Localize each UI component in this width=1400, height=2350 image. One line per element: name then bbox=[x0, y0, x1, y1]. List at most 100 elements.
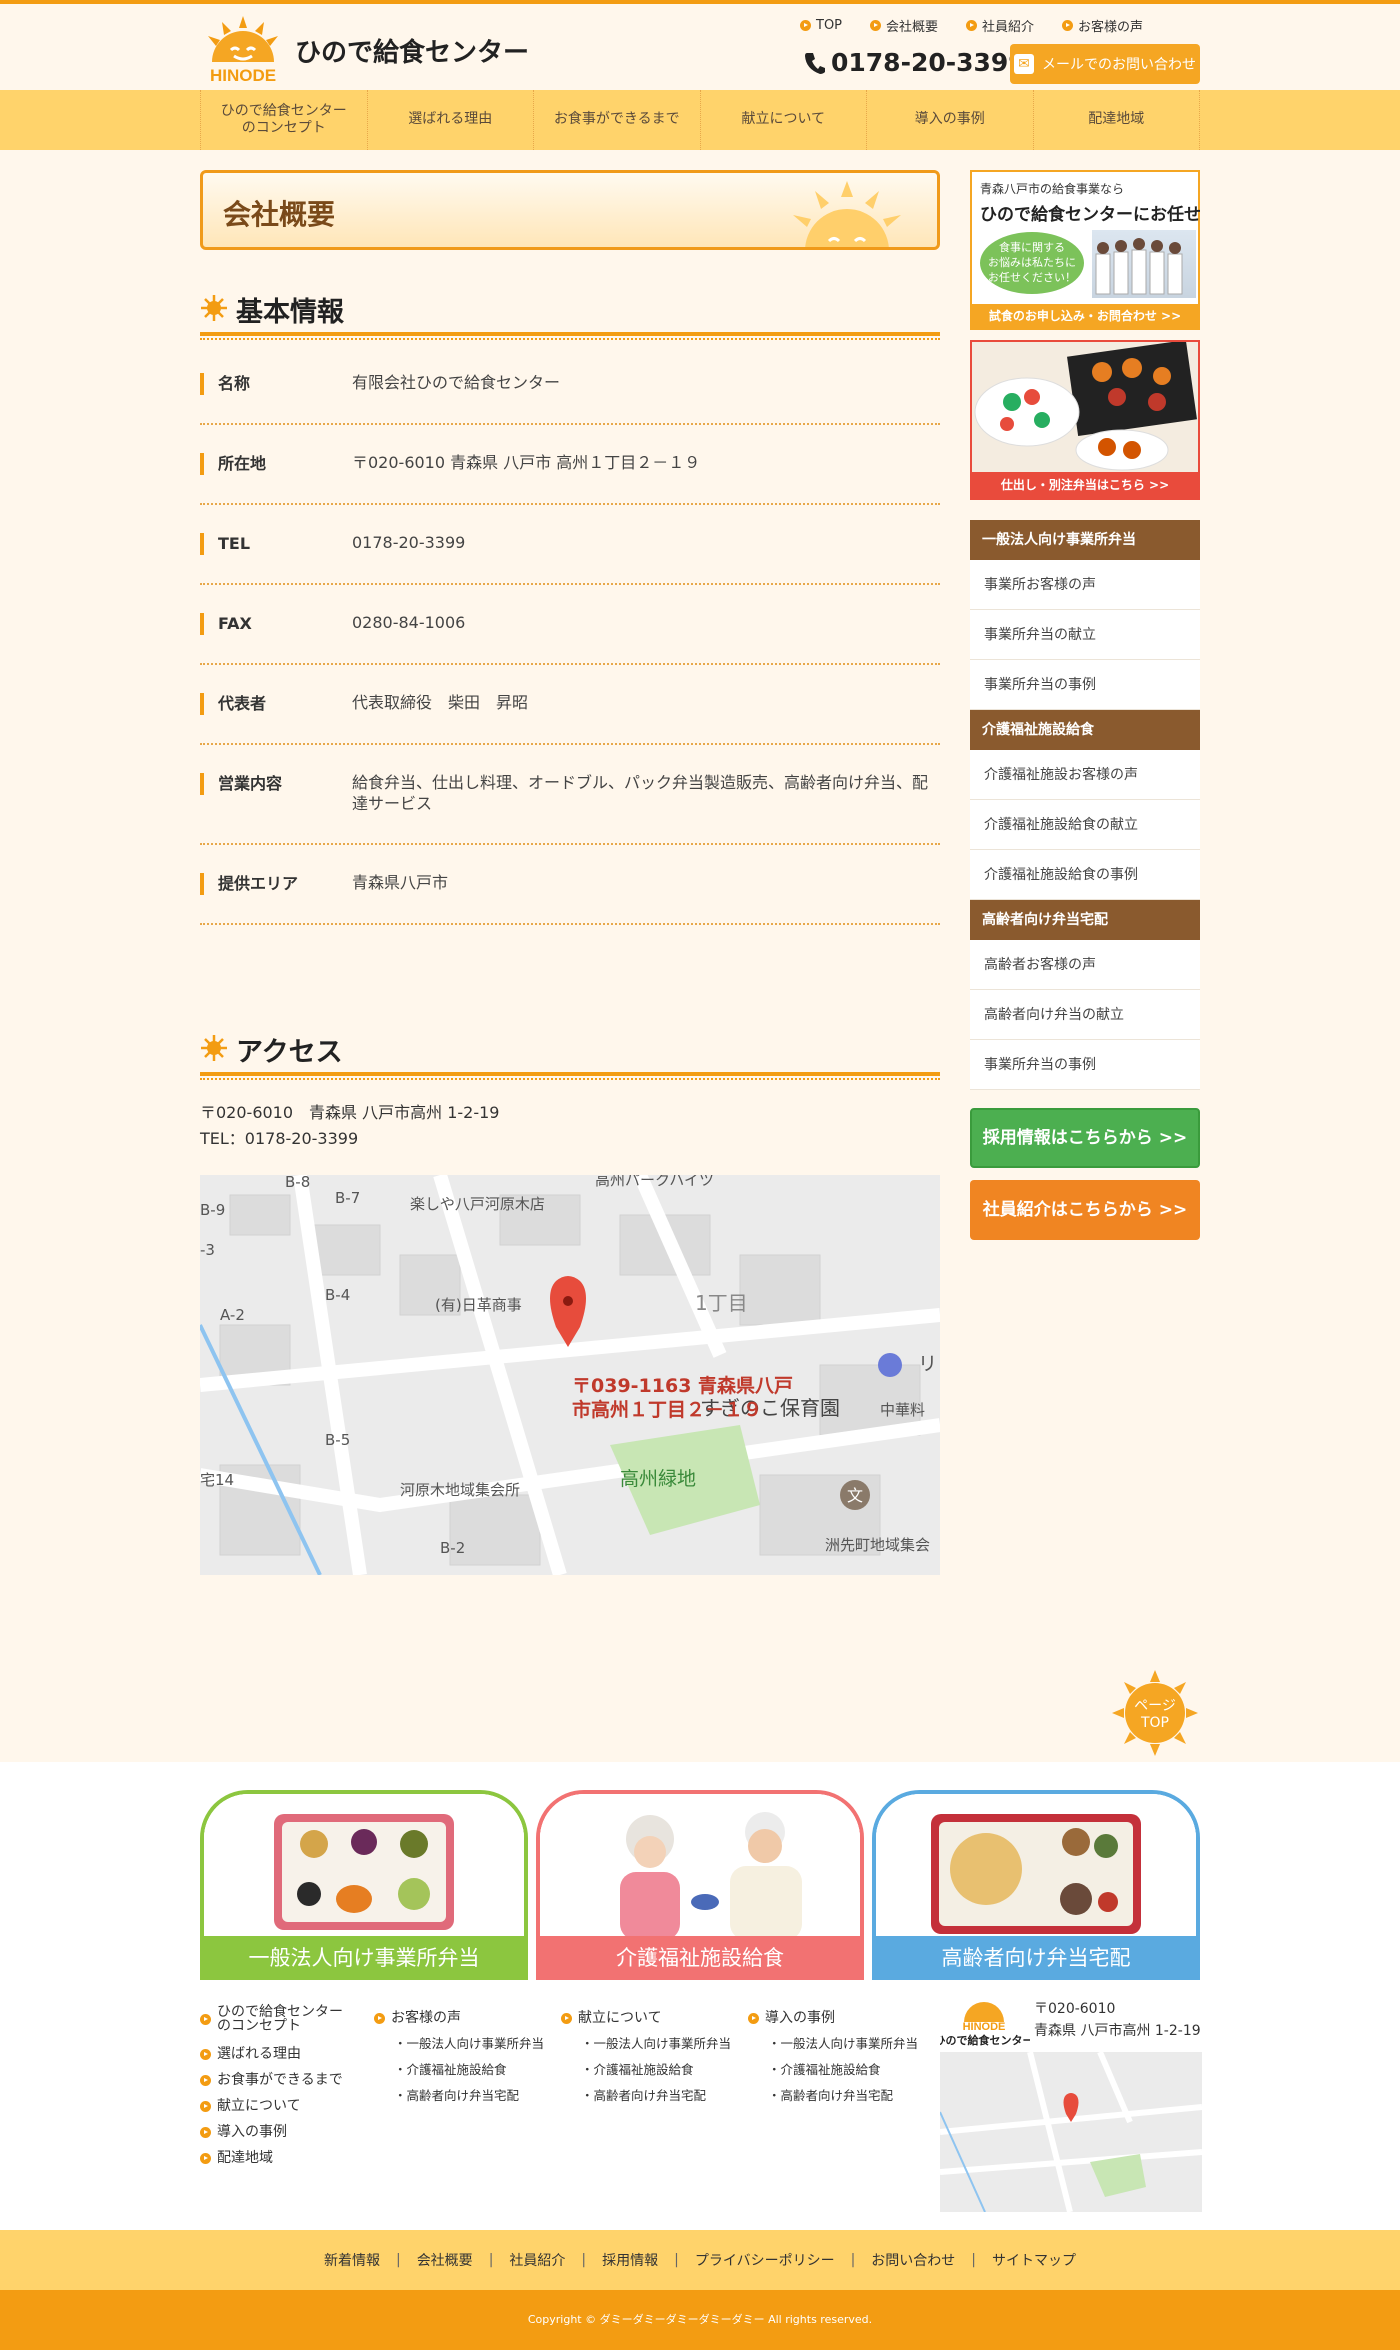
access-text: 〒020-6010 青森県 八戸市高州 1-2-19 TEL：0178-20-3… bbox=[200, 1100, 499, 1152]
info-row-area: 提供エリア 青森県八戸市 bbox=[200, 845, 940, 925]
site-logo[interactable]: HINODE ひので給食センター bbox=[200, 14, 530, 86]
logo-sub-text: HINODE bbox=[210, 66, 276, 85]
toplink-top[interactable]: TOP bbox=[800, 16, 842, 35]
arrow-bullet-icon bbox=[1062, 20, 1074, 31]
footer-sublink[interactable]: ・一般法人向け事業所弁当 bbox=[748, 2031, 918, 2057]
nav-separator: | bbox=[674, 2252, 679, 2268]
basic-info-title: 基本情報 bbox=[236, 297, 344, 328]
footer-address-line: 青森県 八戸市高州 1-2-19 bbox=[1034, 2023, 1201, 2039]
footer-sublink[interactable]: ・介護福祉施設給食 bbox=[561, 2057, 731, 2083]
arrow-bullet-icon bbox=[200, 2100, 211, 2112]
info-row-tel: TEL 0178-20-3399 bbox=[200, 505, 940, 585]
bottom-nav-link[interactable]: お問い合わせ bbox=[871, 2250, 955, 2270]
footer-sublink[interactable]: ・高齢者向け弁当宅配 bbox=[374, 2083, 544, 2109]
page-title: 会社概要 bbox=[223, 198, 336, 231]
svg-text:文: 文 bbox=[847, 1486, 863, 1505]
category-link[interactable]: 事業所弁当の献立 bbox=[970, 610, 1200, 660]
arrow-bullet-icon bbox=[870, 20, 882, 31]
map-label: B-8 bbox=[285, 1175, 310, 1191]
footer-link[interactable]: ひので給食センター のコンセプト bbox=[200, 2005, 343, 2033]
gnav-cases[interactable]: 導入の事例 bbox=[866, 90, 1033, 150]
sidebar-banner-catering[interactable]: 仕出し・別注弁当はこちら >> bbox=[970, 340, 1200, 500]
bottom-nav-link[interactable]: 社員紹介 bbox=[509, 2250, 565, 2270]
footer-link[interactable]: お食事ができるまで bbox=[200, 2067, 343, 2093]
category-link[interactable]: 介護福祉施設給食の献立 bbox=[970, 800, 1200, 850]
info-row-name: 名称 有限会社ひので給食センター bbox=[200, 345, 940, 425]
category-link[interactable]: 介護福祉施設給食の事例 bbox=[970, 850, 1200, 900]
info-label: 提供エリア bbox=[200, 873, 298, 895]
page-top-button[interactable]: ページ TOP bbox=[1112, 1670, 1198, 1756]
access-title: アクセス bbox=[236, 1037, 343, 1068]
mail-button-label: メールでのお問い合わせ bbox=[1042, 57, 1196, 73]
bottom-nav-link[interactable]: サイトマップ bbox=[992, 2250, 1076, 2270]
map-graphic: B-8 B-7 B-9 -3 B-4 A-2 B-5 B-2 宅14 楽しや八戸河原木店… bbox=[200, 1175, 940, 1575]
gnav-concept[interactable]: ひので給食センター のコンセプト bbox=[200, 90, 367, 150]
footer-card-delivery[interactable]: 高齢者向け弁当宅配 bbox=[872, 1790, 1200, 1980]
banner-footer: 試食のお申し込み・お問合わせ >> bbox=[972, 304, 1198, 328]
bottom-nav-link[interactable]: 採用情報 bbox=[602, 2250, 658, 2270]
nav-separator: | bbox=[488, 2252, 494, 2268]
footer-sublink[interactable]: ・介護福祉施設給食 bbox=[748, 2057, 918, 2083]
footer-link[interactable]: 導入の事例 bbox=[748, 2005, 918, 2031]
info-label: 代表者 bbox=[200, 693, 266, 715]
category-heading: 介護福祉施設給食 bbox=[970, 710, 1200, 750]
map-label: (有)日革商事 bbox=[435, 1296, 522, 1314]
footer-sublink[interactable]: ・一般法人向け事業所弁当 bbox=[374, 2031, 544, 2057]
gnav-process[interactable]: お食事ができるまで bbox=[533, 90, 700, 150]
footer-col-voice: お客様の声 ・一般法人向け事業所弁当 ・介護福祉施設給食 ・高齢者向け弁当宅配 bbox=[374, 2005, 544, 2109]
map-label: 高州パークハイツ bbox=[595, 1175, 714, 1189]
footer-sublink[interactable]: ・高齢者向け弁当宅配 bbox=[748, 2083, 918, 2109]
category-link[interactable]: 事業所弁当の事例 bbox=[970, 1040, 1200, 1090]
info-label: TEL bbox=[200, 533, 250, 555]
footer-link[interactable]: 献立について bbox=[561, 2005, 731, 2031]
heading-dotted-line bbox=[200, 338, 940, 340]
footer-link[interactable]: 選ばれる理由 bbox=[200, 2041, 343, 2067]
arrow-bullet-icon bbox=[200, 2013, 211, 2025]
footer-link[interactable]: お客様の声 bbox=[374, 2005, 544, 2031]
staff-intro-button[interactable]: 社員紹介はこちらから >> bbox=[970, 1180, 1200, 1240]
category-heading: 一般法人向け事業所弁当 bbox=[970, 520, 1200, 560]
category-link[interactable]: 高齢者お客様の声 bbox=[970, 940, 1200, 990]
category-link[interactable]: 高齢者向け弁当の献立 bbox=[970, 990, 1200, 1040]
footer-sublink[interactable]: ・一般法人向け事業所弁当 bbox=[561, 2031, 731, 2057]
logo-text: ひので給食センター bbox=[295, 38, 530, 68]
category-link[interactable]: 事業所弁当の事例 bbox=[970, 660, 1200, 710]
info-row-address: 所在地 〒020-6010 青森県 八戸市 高州１丁目２－１９ bbox=[200, 425, 940, 505]
gnav-reasons[interactable]: 選ばれる理由 bbox=[366, 90, 534, 150]
toplink-company[interactable]: 会社概要 bbox=[870, 16, 938, 35]
footer-sublink[interactable]: ・介護福祉施設給食 bbox=[374, 2057, 544, 2083]
bottom-nav-link[interactable]: 新着情報 bbox=[324, 2250, 380, 2270]
mail-contact-button[interactable]: ✉ メールでのお問い合わせ bbox=[1010, 44, 1200, 84]
footer-card-care[interactable]: 介護福祉施設給食 bbox=[536, 1790, 864, 1980]
arrow-bullet-icon bbox=[748, 2012, 759, 2024]
info-label: 所在地 bbox=[200, 453, 266, 475]
map-label: B-2 bbox=[440, 1539, 465, 1557]
footer-link[interactable]: 献立について bbox=[200, 2093, 343, 2119]
map-label: -3 bbox=[200, 1241, 215, 1259]
footer-sublink[interactable]: ・高齢者向け弁当宅配 bbox=[561, 2083, 731, 2109]
footer-link[interactable]: 導入の事例 bbox=[200, 2119, 343, 2145]
elderly-couple-photo bbox=[540, 1794, 860, 1940]
footer-col-main: ひので給食センター のコンセプト 選ばれる理由 お食事ができるまで 献立について… bbox=[200, 2005, 343, 2171]
recruit-button[interactable]: 採用情報はこちらから >> bbox=[970, 1108, 1200, 1168]
map-label: B-9 bbox=[200, 1201, 225, 1219]
bento-photo bbox=[876, 1794, 1196, 1940]
info-value: 青森県八戸市 bbox=[352, 873, 449, 892]
gnav-delivery[interactable]: 配達地域 bbox=[1032, 90, 1200, 150]
bottom-nav-link[interactable]: 会社概要 bbox=[417, 2250, 473, 2270]
gnav-menu[interactable]: 献立について bbox=[699, 90, 867, 150]
access-tel: TEL：0178-20-3399 bbox=[200, 1129, 359, 1148]
category-link[interactable]: 介護福祉施設お客様の声 bbox=[970, 750, 1200, 800]
arrow-bullet-icon bbox=[561, 2012, 572, 2024]
toplink-staff[interactable]: 社員紹介 bbox=[966, 16, 1034, 35]
footer-link[interactable]: 配達地域 bbox=[200, 2145, 343, 2171]
category-link[interactable]: 事業所お客様の声 bbox=[970, 560, 1200, 610]
footer-map[interactable] bbox=[940, 2052, 1202, 2212]
header-phone[interactable]: 0178-20-3399 bbox=[805, 48, 1026, 77]
toplink-voice[interactable]: お客様の声 bbox=[1062, 16, 1143, 35]
access-map[interactable]: B-8 B-7 B-9 -3 B-4 A-2 B-5 B-2 宅14 楽しや八戸河原木店… bbox=[200, 1175, 940, 1575]
arrow-bullet-icon bbox=[200, 2126, 211, 2138]
bottom-nav-link[interactable]: プライバシーポリシー bbox=[695, 2250, 835, 2270]
footer-card-office[interactable]: 一般法人向け事業所弁当 bbox=[200, 1790, 528, 1980]
sidebar-banner-trial[interactable]: 青森八戸市の給食事業なら ひので給食センターにお任せ 食事に関する お悩みは私た… bbox=[970, 170, 1201, 330]
